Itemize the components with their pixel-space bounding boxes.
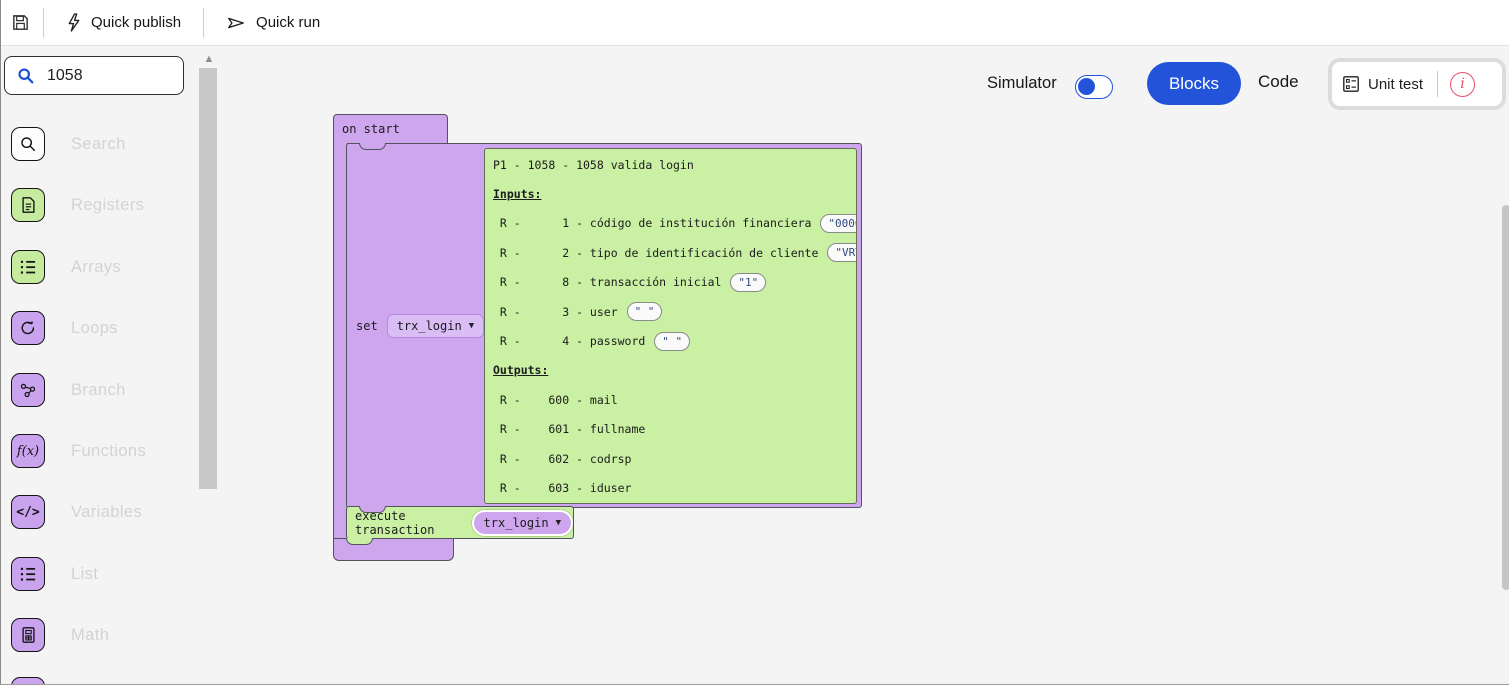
register-comment-block[interactable]: P1 - 1058 - 1058 valida login Inputs: R … xyxy=(484,148,857,504)
set-label: set xyxy=(356,319,378,333)
list-icon xyxy=(11,557,45,591)
quick-publish-button[interactable]: Quick publish xyxy=(52,13,195,32)
tab-blocks[interactable]: Blocks xyxy=(1147,62,1241,105)
quick-run-label: Quick run xyxy=(256,14,320,31)
value-pill[interactable]: "0000" xyxy=(820,214,857,233)
toolbar-divider xyxy=(203,8,204,38)
sidebar-item-loops[interactable]: Loops xyxy=(11,311,118,345)
app-window: Quick publish Quick run ▲ Search Registe… xyxy=(0,0,1509,685)
sidebar-item-label: Loops xyxy=(71,319,118,338)
on-start-label: on start xyxy=(342,122,400,136)
toggle-knob xyxy=(1078,78,1095,95)
block-notch xyxy=(359,506,386,513)
search-icon xyxy=(17,67,35,85)
register-input-row: R - 2 - tipo de identificación de client… xyxy=(493,238,856,267)
sidebar-item-next-category[interactable] xyxy=(11,677,71,685)
sidebar-item-functions[interactable]: f(x) Functions xyxy=(11,434,146,468)
register-input-row: R - 4 - password " " xyxy=(493,326,856,355)
quick-publish-label: Quick publish xyxy=(91,14,181,31)
block-bump xyxy=(346,538,373,545)
function-icon: f(x) xyxy=(11,434,45,468)
value-pill[interactable]: " " xyxy=(654,332,690,351)
save-button[interactable] xyxy=(5,8,35,38)
register-output-row: R - 602 - codrsp xyxy=(493,444,856,473)
run-icon xyxy=(226,14,246,32)
chevron-down-icon: ▼ xyxy=(469,321,474,331)
lightning-icon xyxy=(66,13,81,32)
on-start-block-footer[interactable] xyxy=(333,538,454,561)
register-input-row: R - 1 - código de institución financiera… xyxy=(493,209,856,238)
variable-name: trx_login xyxy=(397,319,462,333)
transaction-name: trx_login xyxy=(484,516,549,530)
inputs-header: Inputs: xyxy=(493,179,856,208)
sidebar-item-registers[interactable]: Registers xyxy=(11,188,144,222)
simulator-label: Simulator xyxy=(987,74,1057,93)
sidebar-item-arrays[interactable]: Arrays xyxy=(11,250,121,284)
sidebar-item-label: Variables xyxy=(71,503,142,522)
sidebar-item-list[interactable]: List xyxy=(11,557,98,591)
search-input[interactable] xyxy=(45,66,159,86)
sidebar-item-label: Branch xyxy=(71,381,126,400)
loop-icon xyxy=(11,311,45,345)
outputs-header: Outputs: xyxy=(493,356,856,385)
register-output-row: R - 601 - fullname xyxy=(493,415,856,444)
register-input-row: R - 8 - transacción inicial "1" xyxy=(493,268,856,297)
panel-divider xyxy=(1437,71,1438,97)
quick-run-button[interactable]: Quick run xyxy=(212,14,334,32)
transaction-dropdown[interactable]: trx_login ▼ xyxy=(472,510,573,536)
code-glyph: </> xyxy=(16,505,39,520)
register-output-row: R - 600 - mail xyxy=(493,385,856,414)
sidebar-item-label: Arrays xyxy=(71,258,121,277)
document-icon xyxy=(11,188,45,222)
on-start-block-body[interactable] xyxy=(333,143,347,539)
simulator-toggle[interactable] xyxy=(1075,75,1113,99)
category-icon xyxy=(11,677,45,685)
search-icon xyxy=(11,127,45,161)
sidebar-item-label: List xyxy=(71,565,98,584)
block-notch xyxy=(359,143,386,150)
variable-dropdown[interactable]: trx_login ▼ xyxy=(387,314,484,338)
toolbox-search[interactable] xyxy=(4,56,184,95)
info-icon[interactable]: i xyxy=(1450,72,1475,97)
register-title: P1 - 1058 - 1058 valida login xyxy=(493,150,856,179)
unit-test-label: Unit test xyxy=(1368,76,1423,93)
sidebar-item-label: Search xyxy=(71,135,126,154)
sidebar-item-math[interactable]: Math xyxy=(11,618,109,652)
code-icon: </> xyxy=(11,495,45,529)
value-pill[interactable]: " " xyxy=(627,302,663,321)
sidebar-scrollbar[interactable] xyxy=(199,68,217,489)
calculator-icon xyxy=(11,618,45,652)
toolbar-divider xyxy=(43,8,44,38)
value-pill[interactable]: "1" xyxy=(730,273,766,292)
unit-test-button[interactable]: Unit test xyxy=(1342,75,1423,93)
unit-test-panel: Unit test i xyxy=(1328,58,1506,110)
sidebar-item-label: Functions xyxy=(71,442,146,461)
function-glyph: f(x) xyxy=(17,444,39,459)
value-pill[interactable]: "VRTR" xyxy=(827,243,857,262)
register-output-row: R - 603 - iduser xyxy=(493,473,856,502)
set-variable-block[interactable]: set trx_login ▼ to P1 - 1058 - 1058 vali… xyxy=(346,143,862,508)
tab-code[interactable]: Code xyxy=(1258,72,1299,92)
sidebar-item-label: Registers xyxy=(71,196,144,215)
checklist-icon xyxy=(1342,75,1360,93)
register-input-row: R - 3 - user " " xyxy=(493,297,856,326)
save-icon xyxy=(11,13,30,32)
workspace-scrollbar[interactable] xyxy=(1502,205,1509,590)
sidebar-item-search[interactable]: Search xyxy=(11,127,126,161)
sidebar-item-label: Math xyxy=(71,626,109,645)
list-icon xyxy=(11,250,45,284)
execute-transaction-block[interactable]: execute transaction trx_login ▼ xyxy=(346,506,574,539)
sidebar-item-variables[interactable]: </> Variables xyxy=(11,495,142,529)
on-start-block[interactable]: on start xyxy=(333,114,448,144)
sidebar-scroll-up-arrow[interactable]: ▲ xyxy=(200,53,218,65)
branch-icon xyxy=(11,373,45,407)
chevron-down-icon: ▼ xyxy=(556,518,561,528)
top-toolbar: Quick publish Quick run xyxy=(1,0,1509,46)
sidebar-item-branch[interactable]: Branch xyxy=(11,373,126,407)
